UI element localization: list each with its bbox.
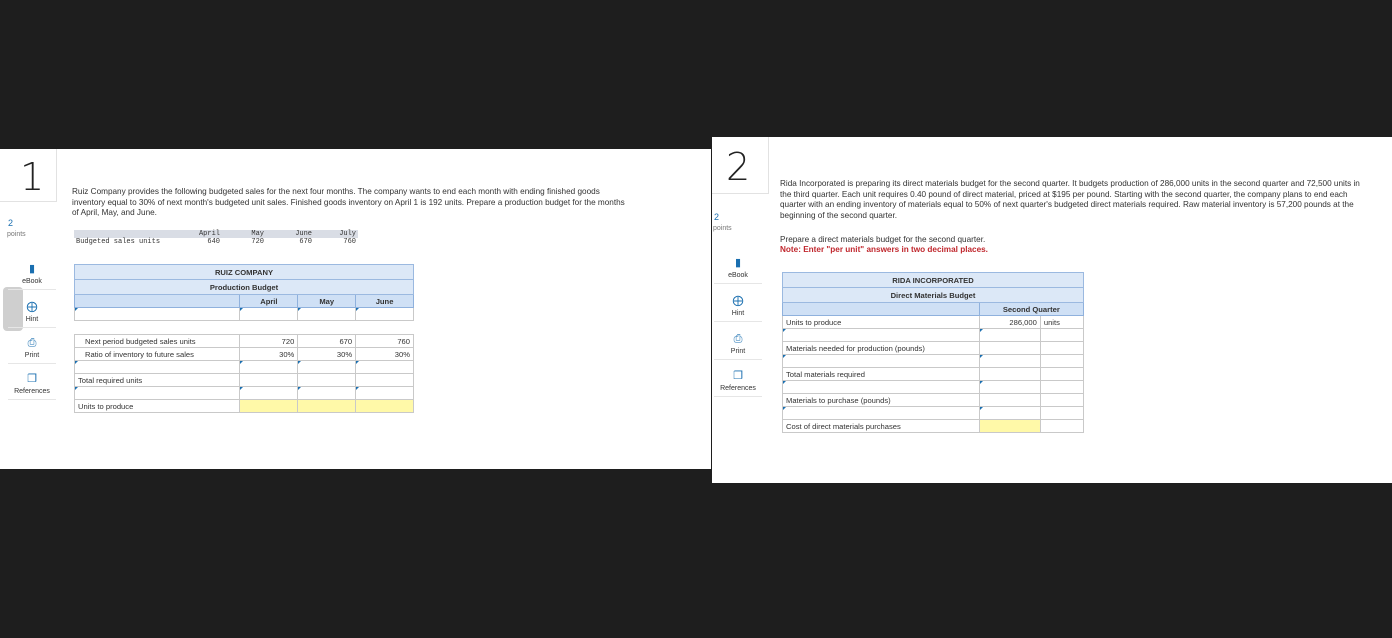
instruction-text: Prepare a direct materials budget for th…: [780, 235, 986, 244]
given-month: July: [339, 230, 356, 238]
problem-text: Ruiz Company provides the following budg…: [72, 187, 625, 217]
cost-purchases-label: Cost of direct materials purchases: [782, 419, 980, 433]
col-may: May: [297, 294, 357, 308]
value-input[interactable]: [297, 386, 357, 400]
given-month: May: [251, 230, 264, 238]
value-input[interactable]: [239, 360, 299, 374]
next-sales-value: 670: [297, 334, 357, 348]
ebook-button[interactable]: ▮ eBook: [8, 263, 56, 290]
units-to-produce-april: [239, 399, 299, 413]
row-label-input[interactable]: [73, 360, 241, 374]
units-to-produce-label: Units to produce: [73, 399, 241, 413]
hint-label: Hint: [25, 316, 39, 323]
row-label-input[interactable]: [782, 406, 980, 420]
hint-button[interactable]: ⨁ Hint: [8, 301, 56, 328]
col-second-quarter: Second Quarter: [978, 302, 1085, 316]
references-button[interactable]: ❐ References: [8, 373, 56, 400]
print-label: Print: [24, 352, 40, 359]
total-materials-label: Total materials required: [782, 367, 980, 381]
col-april: April: [239, 294, 299, 308]
value-input[interactable]: [978, 354, 1041, 368]
hint-label: Hint: [731, 310, 745, 317]
worksheet-title: Production Budget: [74, 279, 414, 295]
lifebuoy-icon: ⨁: [26, 301, 38, 313]
materials-needed-label: Materials needed for production (pounds): [782, 341, 980, 355]
row-label-input[interactable]: [782, 380, 980, 394]
row-label-input[interactable]: [73, 307, 241, 321]
units-unit: units: [1039, 315, 1085, 329]
units-to-produce-label: Units to produce: [782, 315, 980, 329]
question-number: 2: [726, 145, 751, 189]
production-budget-worksheet: RUIZ COMPANY Production Budget April May…: [73, 264, 414, 413]
company-name: RIDA INCORPORATED: [782, 272, 1084, 288]
value-input[interactable]: [239, 386, 299, 400]
problem-text: Rida Incorporated is preparing its direc…: [780, 179, 1360, 220]
references-button[interactable]: ❐ References: [714, 370, 762, 397]
direct-materials-budget-worksheet: RIDA INCORPORATED Direct Materials Budge…: [782, 272, 1085, 433]
print-label: Print: [730, 348, 746, 355]
lifebuoy-icon: ⨁: [732, 295, 744, 307]
row-label-input[interactable]: [782, 354, 980, 368]
value-input[interactable]: [297, 360, 357, 374]
hint-button[interactable]: ⨁ Hint: [714, 295, 762, 322]
ratio-value: 30%: [297, 347, 357, 361]
units-to-produce-may: [297, 399, 357, 413]
book-icon: ▮: [734, 257, 742, 269]
company-name: RUIZ COMPANY: [74, 264, 414, 280]
ratio-value: 30%: [355, 347, 414, 361]
ebook-label: eBook: [728, 272, 748, 279]
printer-icon: ⎙: [27, 337, 37, 349]
note-text: Note: Enter "per unit" answers in two de…: [780, 245, 988, 254]
ebook-button[interactable]: ▮ eBook: [714, 257, 762, 284]
print-button[interactable]: ⎙ Print: [714, 333, 762, 360]
value-input[interactable]: [355, 360, 414, 374]
references-label: References: [14, 388, 50, 395]
ratio-value: 30%: [239, 347, 299, 361]
cost-purchases-value: [978, 419, 1041, 433]
value-input[interactable]: [978, 406, 1041, 420]
col-june: June: [355, 294, 414, 308]
value-input[interactable]: [297, 307, 357, 321]
given-month: June: [295, 230, 312, 238]
value-input[interactable]: [355, 307, 414, 321]
row-label-input[interactable]: [73, 386, 241, 400]
value-input[interactable]: [978, 380, 1041, 394]
given-row-label: Budgeted sales units: [76, 238, 161, 246]
next-sales-value: 760: [355, 334, 414, 348]
value-input[interactable]: [239, 307, 299, 321]
references-label: References: [720, 385, 756, 392]
copy-icon: ❐: [733, 370, 743, 382]
question-1-panel: 1 2 points ▮ eBook ⨁ Hint ⎙ Print ❐ Refe…: [0, 149, 711, 469]
points-value: 2: [714, 212, 720, 222]
value-input[interactable]: [978, 328, 1041, 342]
units-to-produce-june: [355, 399, 414, 413]
print-button[interactable]: ⎙ Print: [8, 337, 56, 364]
materials-purchase-label: Materials to purchase (pounds): [782, 393, 980, 407]
given-value: 720: [251, 238, 264, 246]
budgeted-sales-table: April May June July Budgeted sales units…: [74, 230, 358, 246]
copy-icon: ❐: [27, 373, 37, 385]
printer-icon: ⎙: [733, 333, 743, 345]
row-label-input[interactable]: [782, 328, 980, 342]
question-2-panel: 2 2 points ▮ eBook ⨁ Hint ⎙ Print ❐ Refe…: [712, 137, 1392, 483]
next-sales-value: 720: [239, 334, 299, 348]
book-icon: ▮: [28, 263, 36, 275]
worksheet-title: Direct Materials Budget: [782, 287, 1084, 303]
ratio-label: Ratio of inventory to future sales: [73, 347, 241, 361]
question-number: 1: [20, 155, 45, 199]
units-value: 286,000: [978, 315, 1041, 329]
given-value: 760: [343, 238, 356, 246]
given-value: 670: [299, 238, 312, 246]
points-value: 2: [8, 218, 14, 228]
ebook-label: eBook: [22, 278, 42, 285]
next-period-sales-label: Next period budgeted sales units: [73, 334, 241, 348]
given-value: 640: [207, 238, 220, 246]
points-label: points: [713, 225, 732, 232]
value-input[interactable]: [355, 386, 414, 400]
total-required-label: Total required units: [73, 373, 241, 387]
given-month: April: [198, 230, 220, 238]
points-label: points: [7, 231, 26, 238]
